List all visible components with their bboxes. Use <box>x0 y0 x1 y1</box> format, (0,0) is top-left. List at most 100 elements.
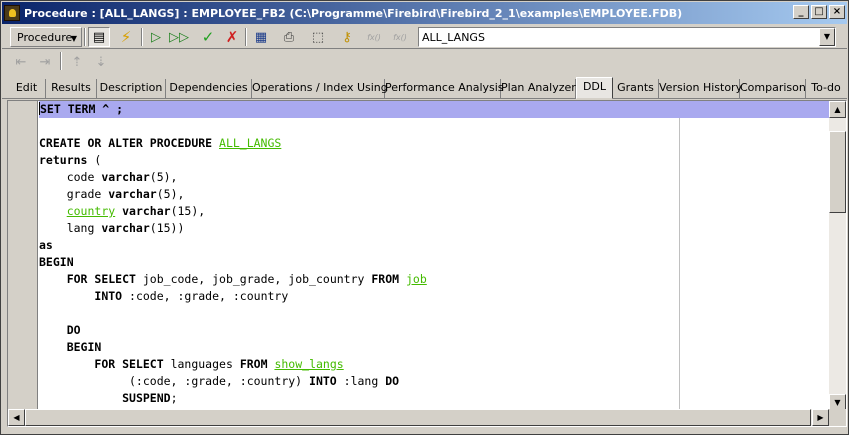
tab-dependencies[interactable]: Dependencies <box>166 79 252 98</box>
code-line: as <box>39 237 829 254</box>
code-line: INTO :code, :grade, :country <box>39 288 829 305</box>
vertical-scroll-thumb[interactable] <box>829 131 846 213</box>
tab-performance-analysis[interactable]: Performance Analysis <box>385 79 504 98</box>
code-token: ( <box>87 153 102 167</box>
debug-button[interactable]: ▦ <box>250 27 272 47</box>
code-token: (15)) <box>149 221 185 235</box>
tab-ddl[interactable]: DDL <box>576 77 613 99</box>
object-type-dropdown[interactable]: Procedure ▼ <box>10 27 82 47</box>
code-line: code varchar(5), <box>39 169 829 186</box>
toggle-panel-button[interactable]: ▤ <box>88 27 110 47</box>
code-token: FOR SELECT <box>66 272 136 286</box>
cross-icon: ✗ <box>225 28 239 46</box>
code-line: country varchar(15), <box>39 203 829 220</box>
tab-version-history[interactable]: Version History <box>659 79 742 98</box>
procedure-editor-window: Procedure : [ALL_LANGS] : EMPLOYEE_FB2 (… <box>0 0 849 435</box>
ddl-code-editor[interactable]: SET TERM ^ ; CREATE OR ALTER PROCEDURE A… <box>7 100 847 427</box>
tab-label: To-do <box>811 81 841 94</box>
code-line: lang varchar(15)) <box>39 220 829 237</box>
tab-plan-analyzer[interactable]: Plan Analyzer <box>501 79 576 98</box>
tab-to-do[interactable]: To-do <box>806 79 846 98</box>
close-button[interactable]: × <box>829 5 845 19</box>
step-run-button[interactable]: ▷▷ <box>168 27 190 47</box>
code-token: INTO <box>309 374 337 388</box>
code-token: languages <box>163 357 240 371</box>
check-icon: ✓ <box>201 28 215 46</box>
scroll-up-button[interactable]: ▲ <box>829 101 846 118</box>
maximize-button[interactable]: □ <box>811 5 827 19</box>
tab-label: Dependencies <box>169 81 248 94</box>
code-token: CREATE OR ALTER PROCEDURE <box>39 136 220 150</box>
code-token: as <box>39 238 53 252</box>
code-token: varchar <box>108 187 157 201</box>
outdent-button[interactable]: ⇥ <box>34 52 56 72</box>
code-token: lang <box>39 221 102 235</box>
procedure-name-link[interactable]: ALL_LANGS <box>219 136 281 150</box>
scroll-left-button[interactable]: ◀ <box>8 409 25 426</box>
minimize-button[interactable]: _ <box>793 5 809 19</box>
code-token: FROM <box>239 357 268 371</box>
move-up-button[interactable]: ⇡ <box>66 52 88 72</box>
country-link[interactable]: country <box>67 204 115 218</box>
tab-results[interactable]: Results <box>46 79 97 98</box>
tab-description[interactable]: Description <box>97 79 166 98</box>
function-button-b[interactable]: fx() <box>389 27 411 47</box>
indent-button[interactable]: ⇤ <box>10 52 32 72</box>
run-button[interactable]: ▷ <box>145 27 167 47</box>
firebird-app-icon[interactable] <box>4 5 20 21</box>
page-setup-button[interactable]: ⬚ <box>307 27 329 47</box>
keys-button[interactable]: ⚷ <box>336 27 358 47</box>
code-token: varchar <box>101 221 150 235</box>
tab-grants[interactable]: Grants <box>613 79 659 98</box>
object-name-value: ALL_LANGS <box>422 31 485 44</box>
tab-label: Performance Analysis <box>385 81 504 94</box>
code-token: (:code, :grade, :country) <box>39 374 310 388</box>
code-token: BEGIN <box>39 255 74 269</box>
table-icon: ▦ <box>254 29 268 45</box>
page-icon: ⬚ <box>311 29 325 45</box>
show-langs-link[interactable]: show_langs <box>274 357 343 371</box>
play-icon: ▷ <box>151 29 161 45</box>
job-table-link[interactable]: job <box>406 272 427 286</box>
tab-comparison[interactable]: Comparison <box>740 79 806 98</box>
function-button-a[interactable]: fx() <box>363 27 385 47</box>
commit-button[interactable]: ✓ <box>197 27 219 47</box>
code-token: DO <box>385 374 400 388</box>
code-line: BEGIN <box>39 339 829 356</box>
vertical-scrollbar[interactable]: ▲ ▼ <box>829 101 846 411</box>
title-bar[interactable]: Procedure : [ALL_LANGS] : EMPLOYEE_FB2 (… <box>2 2 847 24</box>
code-token: code <box>39 170 102 184</box>
move-down-icon: ⇣ <box>95 54 107 70</box>
tab-label: Grants <box>617 81 654 94</box>
scrollbar-corner <box>829 409 846 426</box>
object-name-combo[interactable]: ALL_LANGS ▼ <box>418 27 836 47</box>
scroll-right-button[interactable]: ▶ <box>812 409 829 426</box>
code-token: DO <box>66 323 81 337</box>
fast-forward-icon: ▷▷ <box>169 29 189 45</box>
combo-arrow-icon[interactable]: ▼ <box>819 28 835 46</box>
compile-button[interactable]: ⚡ <box>115 27 137 47</box>
code-token: INTO <box>94 289 123 303</box>
print-button[interactable]: ⎙ <box>278 27 300 47</box>
rollback-button[interactable]: ✗ <box>221 27 243 47</box>
code-line: DO <box>39 322 829 339</box>
code-line: FOR SELECT job_code, job_grade, job_coun… <box>39 271 829 288</box>
code-token: ; <box>170 391 178 405</box>
code-token: :code, :grade, :country <box>122 289 289 303</box>
tab-edit[interactable]: Edit <box>8 79 46 98</box>
code-token: :lang <box>336 374 386 388</box>
code-token: SUSPEND <box>122 391 171 405</box>
code-line: SET TERM ^ ; <box>39 101 829 118</box>
code-token: FOR SELECT <box>94 357 164 371</box>
code-token: job_code, job_grade, job_country <box>135 272 372 286</box>
horizontal-scroll-thumb[interactable] <box>25 409 811 426</box>
toolbar-separator <box>60 52 62 70</box>
code-area[interactable]: SET TERM ^ ; CREATE OR ALTER PROCEDURE A… <box>39 101 829 411</box>
move-down-button[interactable]: ⇣ <box>90 52 112 72</box>
code-token: returns <box>39 153 88 167</box>
horizontal-scrollbar[interactable]: ◀ ▶ <box>8 409 829 426</box>
tab-operations-index-using[interactable]: Operations / Index Using <box>252 79 388 98</box>
code-line: BEGIN <box>39 254 829 271</box>
